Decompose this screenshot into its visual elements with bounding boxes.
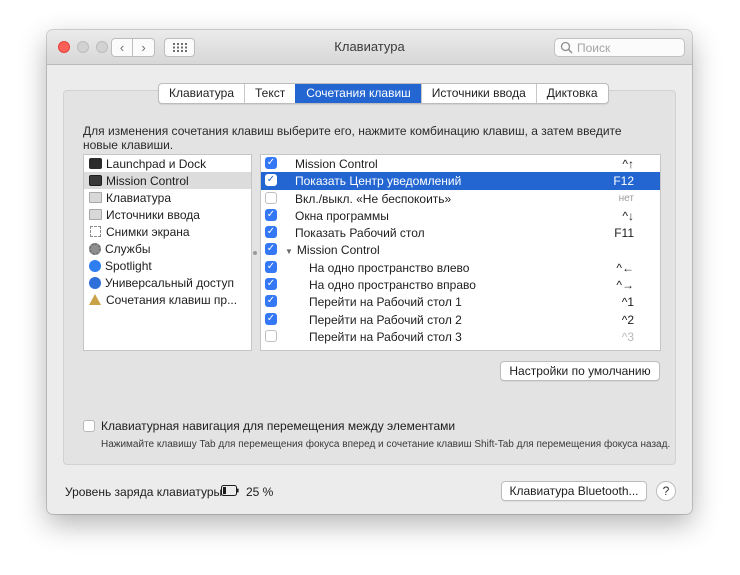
shortcut-checkbox[interactable]: ✓ — [265, 260, 277, 273]
shortcut-row[interactable]: Перейти на Рабочий стол 3 ^3 — [261, 328, 660, 345]
shortcut-checkbox[interactable]: ✓ — [265, 174, 277, 187]
shortcut-checkbox[interactable]: ✓ — [265, 157, 277, 169]
tab-bar: Клавиатура Текст Сочетания клавиш Источн… — [158, 83, 609, 104]
category-label: Службы — [105, 241, 151, 256]
keyboard-navigation-label[interactable]: Клавиатурная навигация для перемещения м… — [101, 419, 455, 433]
input-sources-icon — [89, 209, 102, 220]
shortcut-checkbox[interactable]: ✓ — [265, 278, 277, 291]
shortcut-row[interactable]: ✓ На одно пространство влево ^← — [261, 259, 660, 276]
category-keyboard[interactable]: Клавиатура — [84, 189, 251, 206]
shortcut-checkbox[interactable]: ✓ — [265, 243, 277, 256]
shortcut-key[interactable]: ^↓ — [622, 209, 634, 223]
shortcut-label: Вкл./выкл. «Не беспокоить» — [295, 191, 452, 206]
titlebar: ‹ › Клавиатура Поиск — [47, 30, 692, 65]
shortcut-label: На одно пространство влево — [309, 260, 470, 275]
tab-shortcuts[interactable]: Сочетания клавиш — [295, 84, 421, 103]
shortcut-row[interactable]: ✓ Показать Центр уведомлений F12 — [261, 172, 660, 190]
gear-icon — [89, 242, 101, 255]
shortcut-label: Показать Центр уведомлений — [295, 174, 462, 189]
category-launchpad-dock[interactable]: Launchpad и Dock — [84, 155, 251, 172]
shortcut-label: Перейти на Рабочий стол 1 — [309, 295, 462, 310]
screenshot-icon — [90, 226, 101, 237]
category-list: Launchpad и Dock Mission Control Клавиат… — [83, 154, 252, 351]
tab-input-sources[interactable]: Источники ввода — [420, 84, 536, 103]
shortcut-key[interactable]: ^→ — [616, 278, 634, 292]
launchpad-dock-icon — [89, 158, 102, 169]
shortcut-label: Перейти на Рабочий стол 2 — [309, 312, 462, 327]
shortcut-row[interactable]: ✓ Перейти на Рабочий стол 2 ^2 — [261, 311, 660, 328]
shortcut-key[interactable]: ^2 — [622, 313, 634, 327]
category-services[interactable]: Службы — [84, 240, 251, 257]
shortcut-key[interactable]: F12 — [613, 174, 634, 188]
shortcut-row[interactable]: ✓ Показать Рабочий стол F11 — [261, 224, 660, 241]
shortcut-key[interactable]: ^← — [616, 261, 634, 275]
category-screenshots[interactable]: Снимки экрана — [84, 223, 251, 240]
shortcut-checkbox[interactable]: ✓ — [265, 208, 277, 221]
shortcut-group-row[interactable]: ✓ ▼ Mission Control — [261, 241, 660, 258]
accessibility-icon — [89, 276, 101, 289]
shortcut-label: Перейти на Рабочий стол 3 — [309, 329, 462, 344]
battery-label: Уровень заряда клавиатуры: — [65, 485, 226, 499]
search-field[interactable]: Поиск — [554, 38, 685, 57]
shortcut-label: Окна программы — [295, 208, 389, 223]
shortcut-row[interactable]: ✓ Окна программы ^↓ — [261, 207, 660, 224]
battery-icon — [221, 485, 239, 496]
shortcut-label: Mission Control — [295, 157, 378, 171]
shortcut-label: Показать Рабочий стол — [295, 226, 425, 241]
app-shortcuts-icon — [89, 294, 101, 305]
category-label: Универсальный доступ — [105, 275, 235, 290]
keyboard-preferences-window: ‹ › Клавиатура Поиск Клавиатура Текст Со… — [47, 30, 692, 514]
category-input-sources[interactable]: Источники ввода — [84, 206, 251, 223]
shortcut-key[interactable]: ^1 — [622, 295, 634, 309]
shortcut-key[interactable]: ^↑ — [622, 157, 634, 171]
keyboard-icon — [89, 192, 102, 203]
spotlight-icon — [89, 259, 101, 272]
shortcut-group-label-wrapper: ▼ Mission Control — [285, 243, 380, 257]
shortcut-row[interactable]: ✓ Mission Control ^↑ — [261, 155, 660, 172]
category-label: Клавиатура — [106, 190, 171, 205]
category-label: Снимки экрана — [106, 224, 190, 239]
tab-text[interactable]: Текст — [244, 84, 295, 103]
search-icon — [560, 41, 573, 54]
category-label: Сочетания клавиш пр... — [106, 292, 238, 307]
shortcut-checkbox[interactable] — [265, 191, 277, 204]
category-app-shortcuts[interactable]: Сочетания клавиш пр... — [84, 291, 251, 308]
shortcut-key[interactable]: F11 — [614, 226, 634, 240]
category-accessibility[interactable]: Универсальный доступ — [84, 274, 251, 291]
category-label: Mission Control — [106, 173, 189, 188]
split-view-handle[interactable] — [253, 251, 257, 255]
shortcut-list: ✓ Mission Control ^↑ ✓ Показать Центр ув… — [260, 154, 661, 351]
shortcut-row[interactable]: ✓ Перейти на Рабочий стол 1 ^1 — [261, 293, 660, 310]
restore-defaults-button[interactable]: Настройки по умолчанию — [500, 361, 660, 381]
shortcut-checkbox[interactable] — [265, 329, 277, 342]
help-button[interactable]: ? — [656, 481, 676, 501]
tab-keyboard[interactable]: Клавиатура — [159, 84, 244, 103]
shortcut-label: На одно пространство вправо — [309, 278, 476, 293]
category-label: Launchpad и Dock — [106, 156, 207, 171]
shortcut-checkbox[interactable]: ✓ — [265, 226, 277, 239]
shortcut-label: Mission Control — [296, 243, 380, 258]
category-spotlight[interactable]: Spotlight — [84, 257, 251, 274]
category-label: Источники ввода — [106, 207, 200, 222]
bluetooth-keyboard-button[interactable]: Клавиатура Bluetooth... — [501, 481, 647, 501]
search-placeholder: Поиск — [577, 40, 611, 55]
battery-value: 25 % — [246, 485, 274, 499]
shortcut-checkbox[interactable]: ✓ — [265, 312, 277, 325]
keyboard-navigation-checkbox[interactable] — [83, 420, 95, 432]
shortcut-row[interactable]: Вкл./выкл. «Не беспокоить» нет — [261, 190, 660, 207]
shortcut-row[interactable]: ✓ На одно пространство вправо ^→ — [261, 276, 660, 293]
shortcut-checkbox[interactable]: ✓ — [265, 295, 277, 308]
tab-dictation[interactable]: Диктовка — [535, 84, 608, 103]
category-mission-control[interactable]: Mission Control — [84, 172, 251, 189]
instructions-text: Для изменения сочетания клавиш выберите … — [83, 124, 622, 152]
disclosure-triangle-icon[interactable]: ▼ — [285, 247, 293, 256]
shortcut-key[interactable]: ^3 — [622, 330, 634, 344]
mission-control-icon — [89, 175, 102, 186]
category-label: Spotlight — [105, 258, 152, 273]
shortcut-key[interactable]: нет — [619, 193, 634, 204]
keyboard-navigation-hint: Нажимайте клавишу Tab для перемещения фо… — [101, 439, 671, 450]
